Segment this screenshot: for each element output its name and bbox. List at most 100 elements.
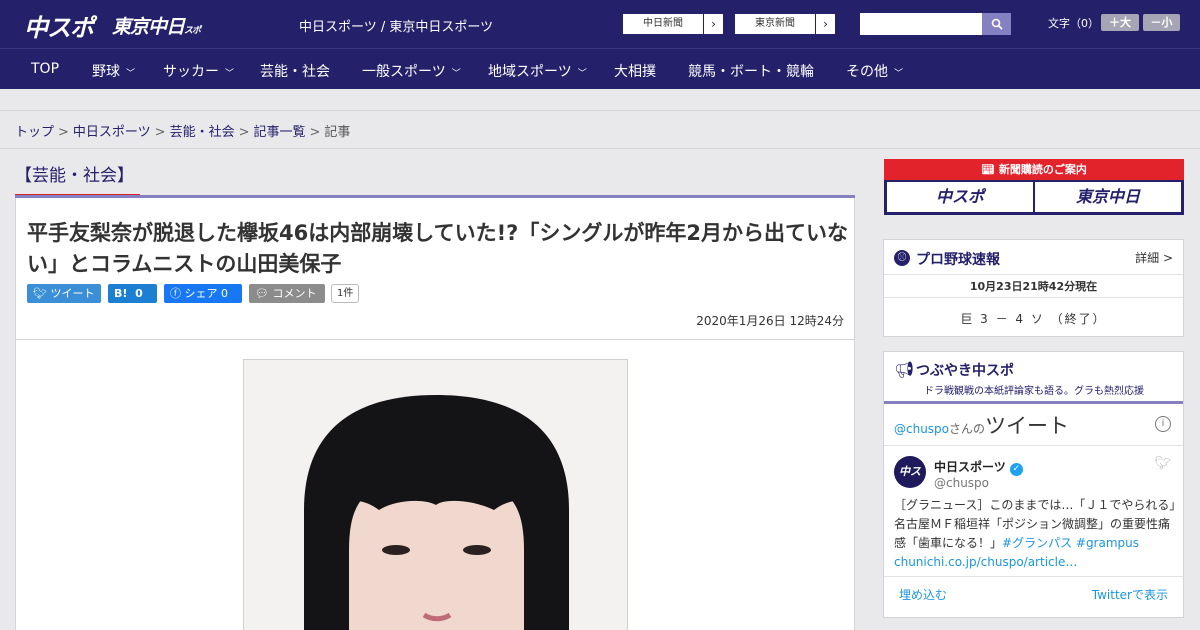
hatena-bookmark-button[interactable]: B! 0 <box>108 284 157 303</box>
breadcrumb-current: 記事 <box>324 125 351 140</box>
hatena-icon: B! <box>114 287 128 300</box>
portrait-illustration <box>244 360 627 630</box>
score-line[interactable]: 巨 3 － 4 ソ （終了） <box>884 310 1183 327</box>
facebook-share-button[interactable]: ⓕ シェア 0 <box>164 284 242 303</box>
article-date: 2020年1月26日 12時24分 <box>696 314 844 328</box>
tweets-header-big: ツイート <box>985 414 1070 438</box>
breadcrumb-chunichi-sports[interactable]: 中日スポーツ <box>73 125 151 140</box>
breadcrumb-separator: > <box>238 125 250 140</box>
tweets-header: @chuspoさんのツイート <box>894 410 1069 440</box>
newspaper-subscription-box: 📰︎ 新聞購読のご案内 中スポ 東京中日 <box>884 159 1184 215</box>
chevron-down-icon: ﹀ <box>225 69 235 79</box>
tsubuyaki-box: 📢︎ つぶやき中スポ ドラ戦観戦の本紙評論家も語る。グラも熱烈応援 @chusp… <box>883 351 1184 618</box>
info-icon[interactable]: i <box>1155 416 1171 432</box>
article-photo[interactable] <box>243 359 628 630</box>
search-input[interactable] <box>860 13 982 35</box>
font-size-label: 文字（0） <box>1048 17 1099 30</box>
tsubuyaki-title: つぶやき中スポ <box>916 363 1014 379</box>
nav-item-racing[interactable]: 競馬・ボート・競輪 <box>688 61 814 81</box>
chunichi-shimbun-button[interactable]: 中日新聞 › <box>622 13 724 35</box>
twitter-bird-icon[interactable]: 🐦︎ <box>1154 456 1171 471</box>
speech-bubble-icon: 💬︎ <box>255 287 269 300</box>
top-header: 中スポ 東京中日スポ 中日スポーツ / 東京中日スポーツ 中日新聞 › 東京新聞… <box>0 0 1200 48</box>
category-heading: 【芸能・社会】 <box>15 158 140 198</box>
paper-button-label: 中日新聞 <box>643 18 683 29</box>
nav-label: サッカー <box>163 64 219 80</box>
divider <box>884 576 1183 577</box>
comment-count-badge[interactable]: 1件 <box>331 284 360 303</box>
tsubuyaki-subtitle: ドラ戦観戦の本紙評論家も語る。グラも熱烈応援 <box>924 386 1144 397</box>
chuspo-logo[interactable]: 中スポ <box>24 8 94 43</box>
article-photo-area <box>15 339 855 630</box>
comment-button[interactable]: 💬︎ コメント <box>249 284 325 303</box>
tweets-handle-link[interactable]: @chuspo <box>894 422 949 436</box>
twitter-bird-icon: 🐦︎ <box>33 287 47 300</box>
divider <box>884 445 1183 446</box>
nav-label: 競馬・ボート・競輪 <box>688 64 814 80</box>
article-title: 平手友梨奈が脱退した欅坂46は内部崩壊していた!?「シングルが昨年2月から出てい… <box>27 221 848 276</box>
breadcrumb: トップ > 中日スポーツ > 芸能・社会 > 記事一覧 > 記事 <box>15 121 350 140</box>
chevron-right-icon: › <box>815 14 835 34</box>
baseball-detail-link[interactable]: 詳細 > <box>1135 249 1173 266</box>
nav-item-other[interactable]: その他 ﹀ <box>846 61 903 81</box>
breadcrumb-separator: > <box>154 125 166 140</box>
baseball-scores-box: ⚾︎ プロ野球速報 詳細 > 10月23日21時42分現在 巨 3 － 4 ソ … <box>883 239 1184 337</box>
chevron-right-icon: › <box>703 14 723 34</box>
nav-item-sumo[interactable]: 大相撲 <box>614 61 656 81</box>
comment-label: コメント <box>272 287 317 300</box>
nav-label: 一般スポーツ <box>362 64 446 80</box>
nav-label: 野球 <box>92 64 120 80</box>
nav-label: 芸能・社会 <box>260 64 330 80</box>
main-nav: TOP 野球 ﹀ サッカー ﹀ 芸能・社会 一般スポーツ ﹀ 地域スポーツ ﹀ 大相撲 … <box>0 48 1200 89</box>
breadcrumb-entertainment[interactable]: 芸能・社会 <box>170 125 235 140</box>
chevron-down-icon: ﹀ <box>451 69 461 79</box>
nav-item-soccer[interactable]: サッカー ﹀ <box>163 61 234 81</box>
facebook-label: シェア <box>184 287 218 300</box>
nav-item-local-sports[interactable]: 地域スポーツ ﹀ <box>488 61 587 81</box>
tweet-text: ［グラニュース］このままでは…「Ｊ１でやられる」名古屋ＭＦ稲垣祥「ポジション微調… <box>894 496 1176 572</box>
tokyo-shimbun-button[interactable]: 東京新聞 › <box>734 13 836 35</box>
nav-label: 地域スポーツ <box>488 64 572 80</box>
newspaper-heading-text: 新聞購読のご案内 <box>998 163 1087 176</box>
tweet-account-handle[interactable]: @chuspo <box>934 476 989 490</box>
font-size-minus-button[interactable]: －小 <box>1143 14 1180 31</box>
breadcrumb-separator: > <box>309 125 321 140</box>
paper-button-label: 東京新聞 <box>755 18 795 29</box>
newspaper-icon: 📰︎ <box>981 163 996 176</box>
tweet-account-name[interactable]: 中日スポーツ ✓ <box>934 458 1023 476</box>
nav-item-top[interactable]: TOP <box>31 61 59 77</box>
divider <box>0 148 1200 149</box>
site-link[interactable]: 中日スポーツ / 東京中日スポーツ <box>299 16 493 35</box>
breadcrumb-article-list[interactable]: 記事一覧 <box>254 125 306 140</box>
view-on-twitter-link[interactable]: Twitterで表示 <box>1092 586 1168 603</box>
baseball-title: プロ野球速報 <box>916 252 1000 268</box>
tokyo-chunichi-logo[interactable]: 東京中日スポ <box>112 12 201 39</box>
breadcrumb-separator: > <box>58 125 69 140</box>
nav-item-general-sports[interactable]: 一般スポーツ ﹀ <box>362 61 461 81</box>
search-button[interactable] <box>982 13 1011 35</box>
newspaper-heading: 📰︎ 新聞購読のご案内 <box>884 159 1184 180</box>
tweet-label: ツイート <box>50 287 95 300</box>
ad-spacer <box>0 89 1200 111</box>
breadcrumb-top[interactable]: トップ <box>15 125 54 140</box>
facebook-icon: ⓕ <box>170 287 181 300</box>
avatar[interactable]: 中スポ <box>894 456 926 510</box>
tweet-hashtags[interactable]: #グランパス #grampus <box>1002 536 1139 550</box>
nav-label: その他 <box>846 64 888 80</box>
tweet-link[interactable]: chunichi.co.jp/chuspo/article… <box>894 555 1077 569</box>
nav-item-baseball[interactable]: 野球 ﹀ <box>92 61 135 81</box>
verified-icon: ✓ <box>1009 463 1023 476</box>
hatena-count: 0 <box>135 287 143 300</box>
article-header: 平手友梨奈が脱退した欅坂46は内部崩壊していた!?「シングルが昨年2月から出てい… <box>15 198 855 340</box>
tokyo-chunichi-subscribe-button[interactable]: 東京中日 <box>1035 182 1181 212</box>
nav-label: TOP <box>31 61 60 77</box>
tweet-button[interactable]: 🐦︎ ツイート <box>27 284 101 303</box>
baseball-icon: ⚾︎ <box>894 250 910 266</box>
chevron-down-icon: ﹀ <box>894 69 904 79</box>
account-name-text: 中日スポーツ <box>934 460 1006 474</box>
embed-link[interactable]: 埋め込む <box>899 586 947 603</box>
nav-item-entertainment[interactable]: 芸能・社会 <box>260 61 330 81</box>
tsubuyaki-rule <box>884 401 1183 404</box>
chuspo-subscribe-button[interactable]: 中スポ <box>887 182 1033 212</box>
font-size-plus-button[interactable]: ＋大 <box>1101 14 1139 31</box>
